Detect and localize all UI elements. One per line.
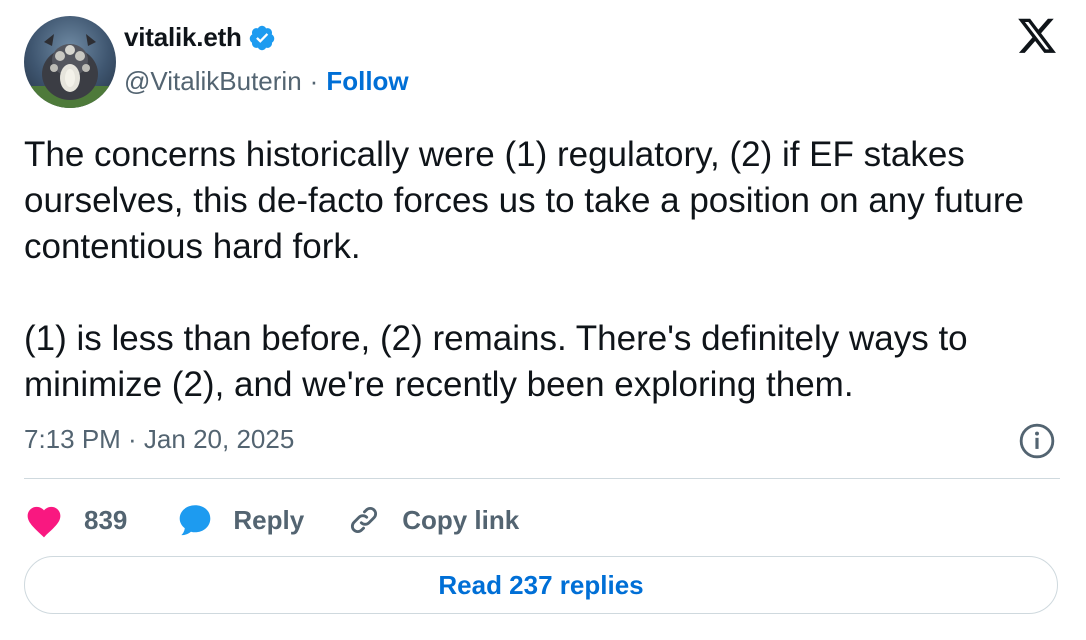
reply-button[interactable]: Reply [177,502,304,538]
x-logo-icon[interactable] [1016,18,1058,58]
tweet-card: vitalik.eth @VitalikButerin · Follow The… [0,0,1086,640]
handle-row: @VitalikButerin · Follow [124,66,409,97]
copy-link-button[interactable]: Copy link [346,502,519,538]
tweet-paragraph: The concerns historically were (1) regul… [24,135,1024,266]
display-name[interactable]: vitalik.eth [124,22,242,53]
link-icon [346,502,382,538]
avatar[interactable] [24,16,116,108]
info-icon[interactable] [1018,422,1056,460]
author-name-row: vitalik.eth [124,22,276,53]
author-handle[interactable]: @VitalikButerin [124,66,302,97]
heart-icon [24,502,64,538]
reply-label: Reply [233,504,305,535]
read-replies-button[interactable]: Read 237 replies [24,556,1058,614]
copy-link-label: Copy link [402,504,520,535]
action-bar: 839 Reply Copy link [24,498,519,542]
separator: · [309,66,319,96]
divider [24,478,1060,479]
tweet-paragraph: (1) is less than before, (2) remains. Th… [24,319,968,404]
tweet-text: The concerns historically were (1) regul… [24,132,1064,408]
speech-bubble-icon [177,502,213,538]
like-count: 839 [84,504,128,535]
verified-badge-icon [248,24,276,52]
follow-button[interactable]: Follow [326,66,408,97]
tweet-timestamp[interactable]: 7:13 PM · Jan 20, 2025 [24,424,294,455]
like-button[interactable]: 839 [24,502,127,538]
